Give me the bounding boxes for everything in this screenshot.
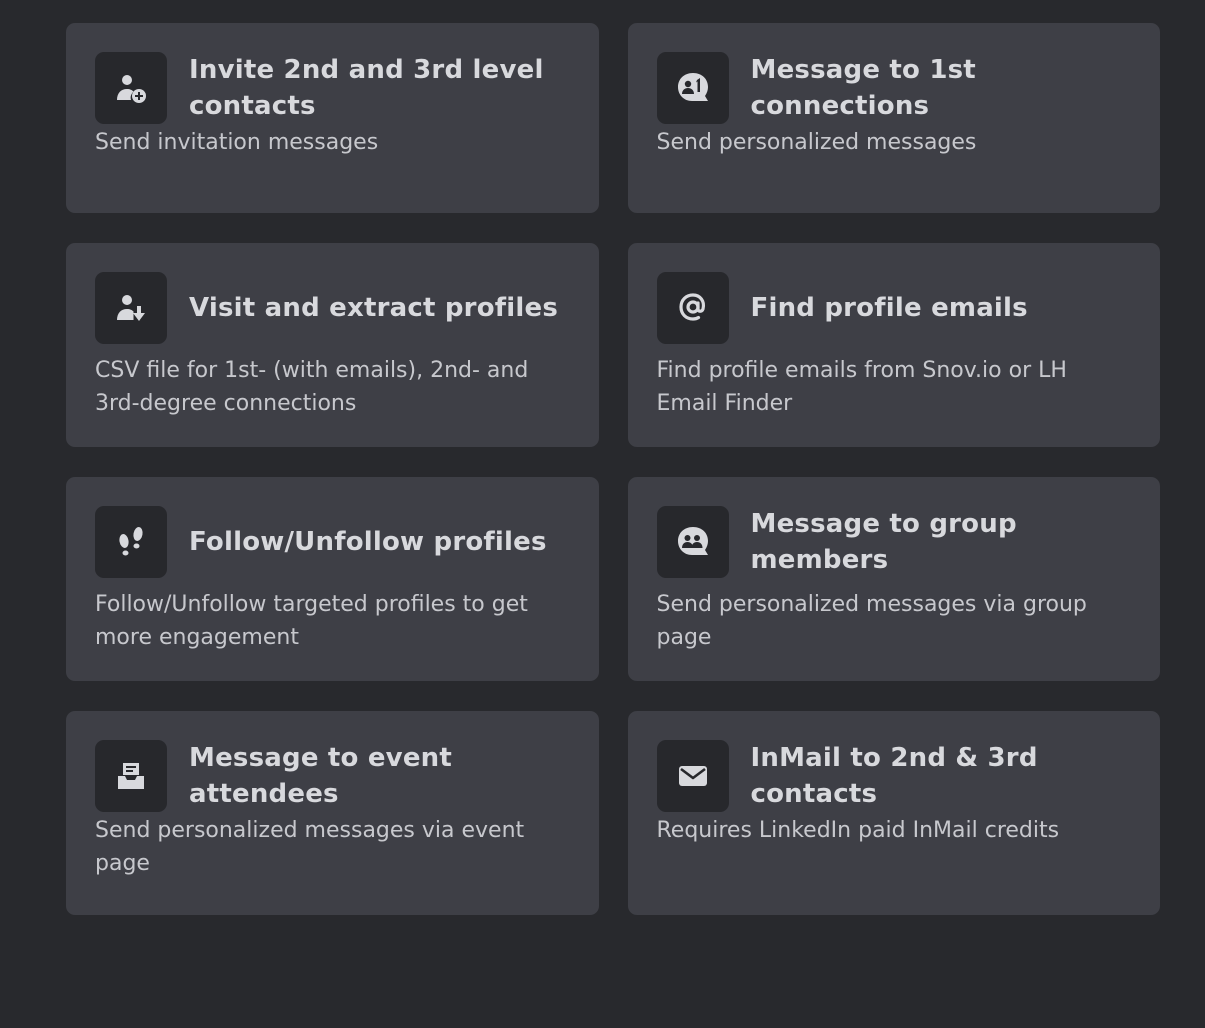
footprints-icon xyxy=(95,506,167,578)
actions-grid: Invite 2nd and 3rd level contacts Send i… xyxy=(66,23,1160,945)
actions-row: Message to event attendees Send personal… xyxy=(66,711,1160,915)
card-description: Send invitation messages xyxy=(95,130,379,155)
action-card-event-attendees[interactable]: Message to event attendees Send personal… xyxy=(66,711,599,915)
inbox-icon xyxy=(95,740,167,812)
user-download-icon xyxy=(95,272,167,344)
card-title: Message to event attendees xyxy=(189,743,452,809)
card-description: CSV file for 1st- (with emails), 2nd- an… xyxy=(95,358,529,416)
card-description: Requires LinkedIn paid InMail credits xyxy=(656,818,1060,843)
card-title: Message to 1st connections xyxy=(750,55,976,121)
card-title: Visit and extract profiles xyxy=(189,293,558,323)
actions-row: Follow/Unfollow profiles Follow/Unfollow… xyxy=(66,477,1160,681)
card-description: Send personalized messages via event pag… xyxy=(95,818,525,876)
action-card-invite[interactable]: Invite 2nd and 3rd level contacts Send i… xyxy=(66,23,599,213)
action-card-follow[interactable]: Follow/Unfollow profiles Follow/Unfollow… xyxy=(66,477,599,681)
action-card-message-1st[interactable]: Message to 1st connections Send personal… xyxy=(627,23,1160,213)
card-title: Invite 2nd and 3rd level contacts xyxy=(189,55,544,121)
at-sign-icon xyxy=(656,272,729,344)
actions-row: Invite 2nd and 3rd level contacts Send i… xyxy=(66,23,1160,213)
card-title: Message to group members xyxy=(750,509,1017,575)
card-description: Send personalized messages via group pag… xyxy=(656,592,1087,650)
card-description: Find profile emails from Snov.io or LH E… xyxy=(656,358,1067,416)
action-card-visit-extract[interactable]: Visit and extract profiles CSV file for … xyxy=(66,243,599,447)
card-description: Send personalized messages xyxy=(656,130,977,155)
actions-row: Visit and extract profiles CSV file for … xyxy=(66,243,1160,447)
chat-group-icon xyxy=(656,506,729,578)
card-title: Find profile emails xyxy=(750,293,1028,323)
action-card-inmail[interactable]: InMail to 2nd & 3rd contacts Requires Li… xyxy=(627,711,1160,915)
action-card-group-members[interactable]: Message to group members Send personaliz… xyxy=(627,477,1160,681)
envelope-icon xyxy=(656,740,729,812)
card-title: Follow/Unfollow profiles xyxy=(189,527,547,557)
chat-user-1-icon xyxy=(656,52,729,124)
card-title: InMail to 2nd & 3rd contacts xyxy=(750,743,1038,809)
action-card-find-emails[interactable]: Find profile emails Find profile emails … xyxy=(627,243,1160,447)
card-description: Follow/Unfollow targeted profiles to get… xyxy=(95,592,528,650)
user-plus-icon xyxy=(95,52,167,124)
